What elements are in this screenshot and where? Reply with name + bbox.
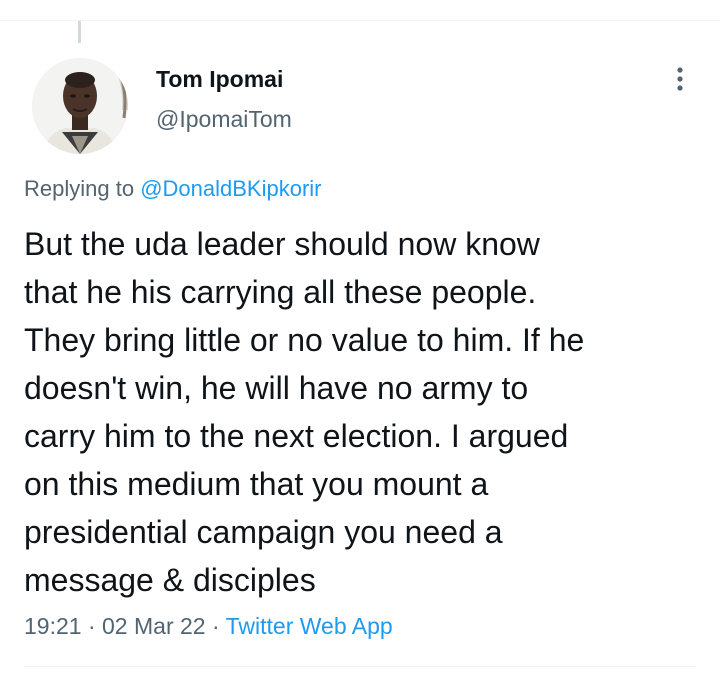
replying-to-label: Replying to — [24, 176, 135, 201]
top-divider — [0, 20, 720, 21]
meta-separator: · — [87, 613, 96, 639]
tweet-text-line: on this medium that you mount a — [24, 466, 489, 502]
meta-separator: · — [211, 613, 220, 639]
tweet-text-line: But the uda leader should now know — [24, 226, 540, 262]
avatar-photo — [32, 58, 128, 154]
tweet-text-line: presidential campaign you need a — [24, 514, 503, 550]
tweet-text-line: They bring little or no value to him. If… — [24, 322, 585, 358]
bottom-divider — [24, 666, 696, 667]
thread-connector-line — [78, 21, 81, 43]
tweet-metadata: 19:21 · 02 Mar 22 · Twitter Web App — [24, 613, 393, 640]
tweet-time[interactable]: 19:21 — [24, 613, 82, 639]
tweet-text-line: carry him to the next election. I argued — [24, 418, 569, 454]
tweet-text-line: message & disciples — [24, 562, 316, 598]
tweet-date[interactable]: 02 Mar 22 — [102, 613, 206, 639]
more-options-button[interactable] — [662, 62, 698, 98]
avatar[interactable] — [32, 58, 128, 154]
author-handle[interactable]: @IpomaiTom — [156, 106, 292, 133]
tweet-source-link[interactable]: Twitter Web App — [226, 613, 393, 639]
author-name[interactable]: Tom Ipomai — [156, 66, 283, 93]
replying-to-handle-link[interactable]: @DonaldBKipkorir — [140, 176, 321, 201]
tweet-text: But the uda leader should now know that … — [24, 220, 704, 604]
tweet-text-line: doesn't win, he will have no army to — [24, 370, 529, 406]
tweet-text-line: that he his carrying all these people. — [24, 274, 537, 310]
replying-to: Replying to @DonaldBKipkorir — [24, 176, 322, 202]
more-vertical-icon — [677, 67, 683, 91]
